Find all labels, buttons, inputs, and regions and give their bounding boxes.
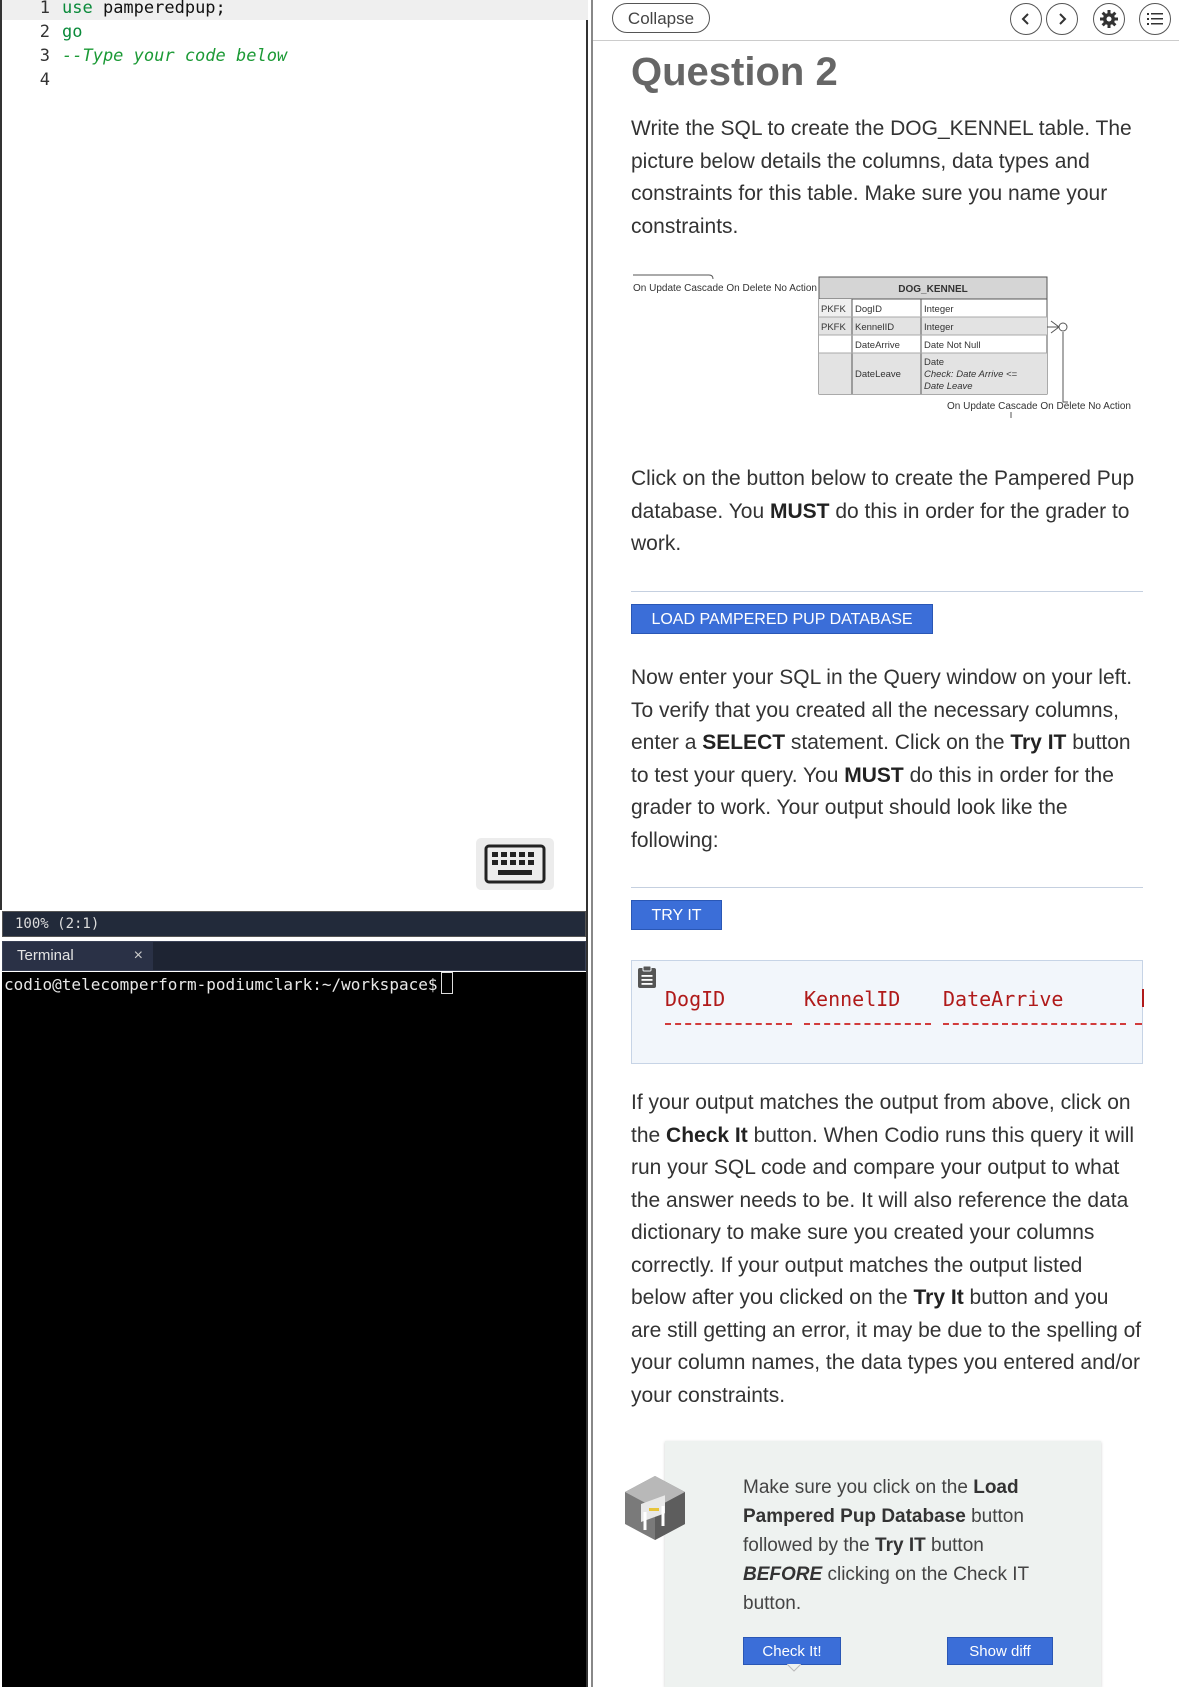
diagram-column: KennelID xyxy=(855,322,894,333)
diagram-check: Check: Date Arrive <= xyxy=(924,369,1018,380)
divider xyxy=(631,887,1143,888)
dog-kennel-diagram: On Update Cascade On Delete No Action DO… xyxy=(633,274,1131,418)
load-database-button[interactable]: LOAD PAMPERED PUP DATABASE xyxy=(631,604,933,634)
diagram-type: Date Not Null xyxy=(924,340,981,351)
code-line-4[interactable]: 4 xyxy=(2,68,62,92)
text-run-bold: MUST xyxy=(769,499,830,523)
caret-down-icon xyxy=(787,1664,801,1672)
code-line-2[interactable]: 2 go xyxy=(2,20,83,44)
close-icon[interactable]: × xyxy=(134,942,143,970)
reminder-note: Make sure you click on the Load Pampered… xyxy=(665,1441,1101,1687)
text-run-bold: Try IT xyxy=(875,1535,926,1556)
text-run-bold: MUST xyxy=(844,763,904,787)
load-instructions: Click on the button below to create the … xyxy=(631,463,1143,561)
diagram-type: Date xyxy=(924,357,944,368)
line-number: 2 xyxy=(39,22,50,42)
keyboard-icon xyxy=(484,844,546,884)
reminder-text: Make sure you click on the Load Pampered… xyxy=(743,1473,1043,1618)
expected-output-box: DogID KennelID DateArrive xyxy=(631,960,1144,1064)
code-comment: --Type your code below xyxy=(62,46,288,66)
clipboard-icon[interactable] xyxy=(637,965,657,989)
chevron-left-icon xyxy=(1021,13,1029,25)
output-header: DateArrive xyxy=(943,987,1064,1011)
diagram-column: DateLeave xyxy=(855,369,901,380)
text-run: Make sure you click on the xyxy=(743,1477,974,1498)
previous-button[interactable] xyxy=(1010,3,1042,35)
next-button[interactable] xyxy=(1046,3,1078,35)
code-line-1[interactable]: 1 use pamperedpup; xyxy=(2,0,588,20)
line-number: 3 xyxy=(39,46,50,66)
guide-panel: Collapse Question 2 Write the SQL to cre… xyxy=(591,0,1179,1687)
text-run: button xyxy=(925,1535,984,1556)
output-separator xyxy=(943,1023,1126,1025)
diagram-key: PKFK xyxy=(821,322,846,333)
text-run-bold: SELECT xyxy=(702,731,786,754)
collapse-button[interactable]: Collapse xyxy=(612,3,710,33)
try-it-button[interactable]: TRY IT xyxy=(631,900,722,930)
tab-terminal-label: Terminal xyxy=(17,947,74,964)
keyword: use xyxy=(62,0,93,18)
diagram-type: Integer xyxy=(924,322,954,333)
settings-button[interactable] xyxy=(1093,3,1125,35)
left-panel: 1 use pamperedpup; 2 go 3 --Type your code … xyxy=(0,0,588,1687)
intro-text: Write the SQL to create the DOG_KENNEL t… xyxy=(631,117,1132,238)
output-separator xyxy=(665,1023,792,1025)
keyword: go xyxy=(62,22,83,42)
line-number: 4 xyxy=(39,70,50,90)
terminal-prompt: codio@telecomperform-podiumclark:~/works… xyxy=(4,975,438,994)
text-run: statement. Click on the xyxy=(785,731,1011,754)
code-line-3[interactable]: 3 --Type your code below xyxy=(2,44,287,68)
output-overflow-marker xyxy=(1142,989,1144,1007)
guide-menu-button[interactable] xyxy=(1139,3,1171,35)
tab-terminal[interactable]: Terminal × xyxy=(3,942,153,970)
check-instructions: If your output matches the output from a… xyxy=(631,1087,1143,1412)
keyboard-toggle-button[interactable] xyxy=(476,838,554,890)
query-instructions: Now enter your SQL in the Query window o… xyxy=(631,662,1143,857)
line-number: 1 xyxy=(39,0,50,18)
diagram-left-relationship: On Update Cascade On Delete No Action xyxy=(633,283,817,294)
code-editor[interactable]: 1 use pamperedpup; 2 go 3 --Type your code … xyxy=(0,0,588,910)
diagram-right-relationship: On Update Cascade On Delete No Action xyxy=(947,401,1131,412)
editor-status-bar: 100% (2:1) xyxy=(2,911,586,937)
terminal-output[interactable]: codio@telecomperform-podiumclark:~/works… xyxy=(2,972,586,1687)
show-diff-button[interactable]: Show diff xyxy=(947,1637,1053,1665)
gear-icon xyxy=(1100,10,1118,28)
list-icon xyxy=(1147,13,1163,25)
terminal-cursor xyxy=(441,972,454,994)
check-it-button[interactable]: Check It! xyxy=(743,1637,841,1665)
output-header: DogID xyxy=(665,987,726,1011)
reminder-illustration-icon xyxy=(625,1476,685,1540)
chevron-right-icon xyxy=(1059,13,1067,25)
diagram-column: DateArrive xyxy=(855,340,900,351)
diagram-column: DogID xyxy=(855,304,882,315)
diagram-type: Integer xyxy=(924,304,954,315)
text-run-bold: Check It xyxy=(666,1123,748,1147)
code-text: pamperedpup; xyxy=(92,0,226,18)
diagram-table-name: DOG_KENNEL xyxy=(898,284,967,295)
text-run-bold: Try IT xyxy=(1010,731,1067,754)
page-title: Question 2 xyxy=(631,50,838,94)
divider xyxy=(631,591,1143,592)
diagram-check: Date Leave xyxy=(924,381,973,392)
guide-toolbar: Collapse xyxy=(593,0,1179,41)
text-run-bold: Try It xyxy=(913,1286,964,1309)
text-run: button. When Codio runs this query it wi… xyxy=(631,1123,1135,1310)
terminal-tab-bar: Terminal × xyxy=(2,941,586,971)
output-header: KennelID xyxy=(804,987,901,1011)
text-run-bold: BEFORE xyxy=(743,1564,823,1585)
diagram-key: PKFK xyxy=(821,304,846,315)
output-separator xyxy=(804,1023,931,1025)
output-separator xyxy=(1135,1023,1142,1025)
